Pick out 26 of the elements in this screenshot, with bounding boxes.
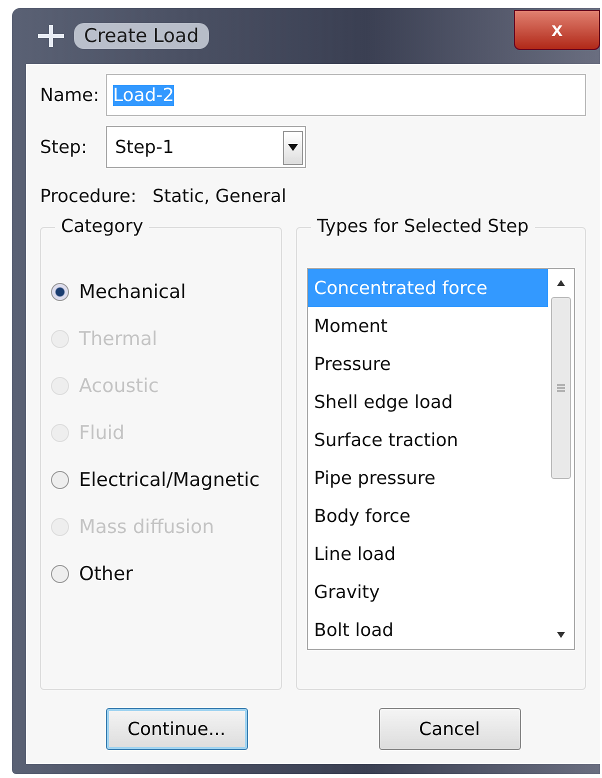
radio-option[interactable]: Electrical/Magnetic [51, 456, 271, 503]
step-label: Step: [40, 136, 88, 158]
grip-icon [556, 383, 566, 393]
list-item[interactable]: Gravity [308, 573, 548, 611]
step-dropdown[interactable]: Step-1 [106, 126, 306, 168]
scroll-down-icon[interactable] [556, 631, 566, 639]
list-item[interactable]: Pipe pressure [308, 459, 548, 497]
list-item[interactable]: Pressure [308, 345, 548, 383]
cancel-button[interactable]: Cancel [378, 708, 520, 750]
group-title: Types for Selected Step [311, 216, 535, 237]
list-item[interactable]: Bolt load [308, 611, 548, 649]
radio-option[interactable]: Mechanical [51, 268, 271, 315]
list-item[interactable]: Moment [308, 307, 548, 345]
scroll-up-icon[interactable] [556, 279, 566, 287]
close-button[interactable]: x [514, 10, 600, 50]
radio-option[interactable]: Other [51, 550, 271, 597]
continue-button[interactable]: Continue... [106, 708, 248, 750]
procedure-label: Procedure: [40, 186, 137, 207]
list-item[interactable]: Surface traction [308, 421, 548, 459]
list-item[interactable]: Body force [308, 497, 548, 535]
name-label: Name: [40, 84, 98, 106]
window-title: Create Load [74, 23, 209, 49]
list-item[interactable]: Shell edge load [308, 383, 548, 421]
procedure-value: Static, General [152, 186, 286, 207]
list-item[interactable]: Line load [308, 535, 548, 573]
group-title: Category [55, 216, 150, 237]
